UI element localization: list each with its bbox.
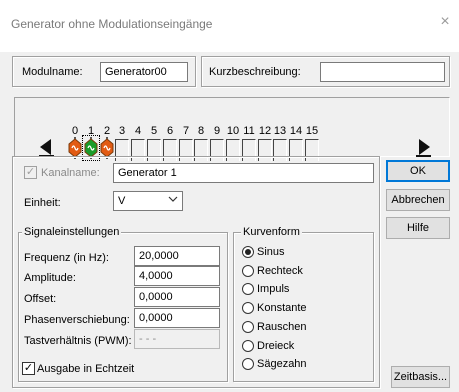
phase-label: Phasenverschiebung: — [24, 314, 130, 326]
waveform-option-label: Sinus — [257, 246, 285, 258]
amplitude-input[interactable]: 4,0000 — [134, 266, 220, 286]
phase-input[interactable]: 0,0000 — [134, 308, 220, 328]
waveform-option-label: Rechteck — [257, 265, 303, 277]
waveform-radio[interactable] — [242, 302, 254, 314]
unit-select[interactable]: V — [113, 191, 183, 211]
channel-number: 15 — [305, 125, 319, 137]
waveform-option-label: Konstante — [257, 302, 307, 314]
channel-number: 12 — [258, 125, 272, 137]
ok-button[interactable]: OK — [386, 160, 450, 182]
waveform-radio[interactable] — [242, 283, 254, 295]
channel-name-label: Kanalname: — [41, 167, 100, 179]
waveform-group-label: Kurvenform — [241, 226, 302, 238]
waveform-option-label: Dreieck — [257, 340, 295, 352]
arrow-left-icon — [39, 139, 54, 157]
module-name-label: Modulname: — [22, 66, 83, 78]
channel-number: 13 — [273, 125, 287, 137]
help-button[interactable]: Hilfe — [386, 217, 450, 239]
offset-label: Offset: — [24, 293, 57, 305]
realtime-label: Ausgabe in Echtzeit — [37, 363, 135, 375]
waveform-radio[interactable] — [242, 340, 254, 352]
offset-input[interactable]: 0,0000 — [134, 287, 220, 307]
channel-number: 14 — [289, 125, 303, 137]
waveform-radio[interactable] — [242, 321, 254, 333]
waveform-option-label: Rauschen — [257, 321, 307, 333]
channel-prev-button[interactable] — [37, 137, 55, 157]
waveform-radio[interactable] — [242, 358, 254, 370]
channel-number: 10 — [226, 125, 240, 137]
chevron-down-icon — [168, 194, 178, 207]
arrow-right-icon — [416, 139, 431, 157]
title-bar: Generator ohne Modulationseingänge × — [0, 0, 459, 52]
waveform-option-label: Sägezahn — [257, 358, 307, 370]
frequency-input[interactable]: 20,0000 — [134, 246, 220, 266]
channel-number: 9 — [213, 125, 221, 137]
timebase-button[interactable]: Zeitbasis... — [391, 366, 450, 388]
channel-name-checkbox[interactable]: ✓ — [24, 166, 37, 179]
waveform-option-label: Impuls — [257, 283, 290, 295]
cancel-button[interactable]: Abbrechen — [386, 189, 450, 211]
channel-name-input[interactable]: Generator 1 — [113, 163, 374, 183]
close-icon[interactable]: × — [438, 14, 452, 30]
channel-number: 4 — [134, 125, 142, 137]
unit-value: V — [118, 195, 126, 207]
waveform-radio[interactable] — [242, 265, 254, 277]
module-name-input[interactable]: Generator00 — [100, 62, 188, 82]
channel-next-button[interactable] — [415, 137, 433, 157]
amplitude-label: Amplitude: — [24, 272, 76, 284]
pwm-label: Tastverhältnis (PWM): — [24, 335, 132, 347]
signal-group-label: Signaleinstellungen — [22, 226, 122, 238]
description-input[interactable] — [320, 62, 445, 82]
waveform-radio[interactable] — [242, 246, 254, 258]
pwm-input[interactable]: - - - — [134, 329, 220, 349]
description-label: Kurzbeschreibung: — [209, 66, 301, 78]
frequency-label: Frequenz (in Hz): — [24, 252, 109, 264]
channel-number: 8 — [197, 125, 205, 137]
window-title: Generator ohne Modulationseingänge — [11, 17, 213, 31]
unit-label: Einheit: — [24, 197, 61, 209]
channel-number: 6 — [166, 125, 174, 137]
channel-number: 3 — [118, 125, 126, 137]
realtime-checkbox[interactable]: ✓ — [22, 362, 35, 375]
channel-number: 7 — [182, 125, 190, 137]
channel-number: 5 — [150, 125, 158, 137]
channel-number: 11 — [243, 125, 255, 137]
